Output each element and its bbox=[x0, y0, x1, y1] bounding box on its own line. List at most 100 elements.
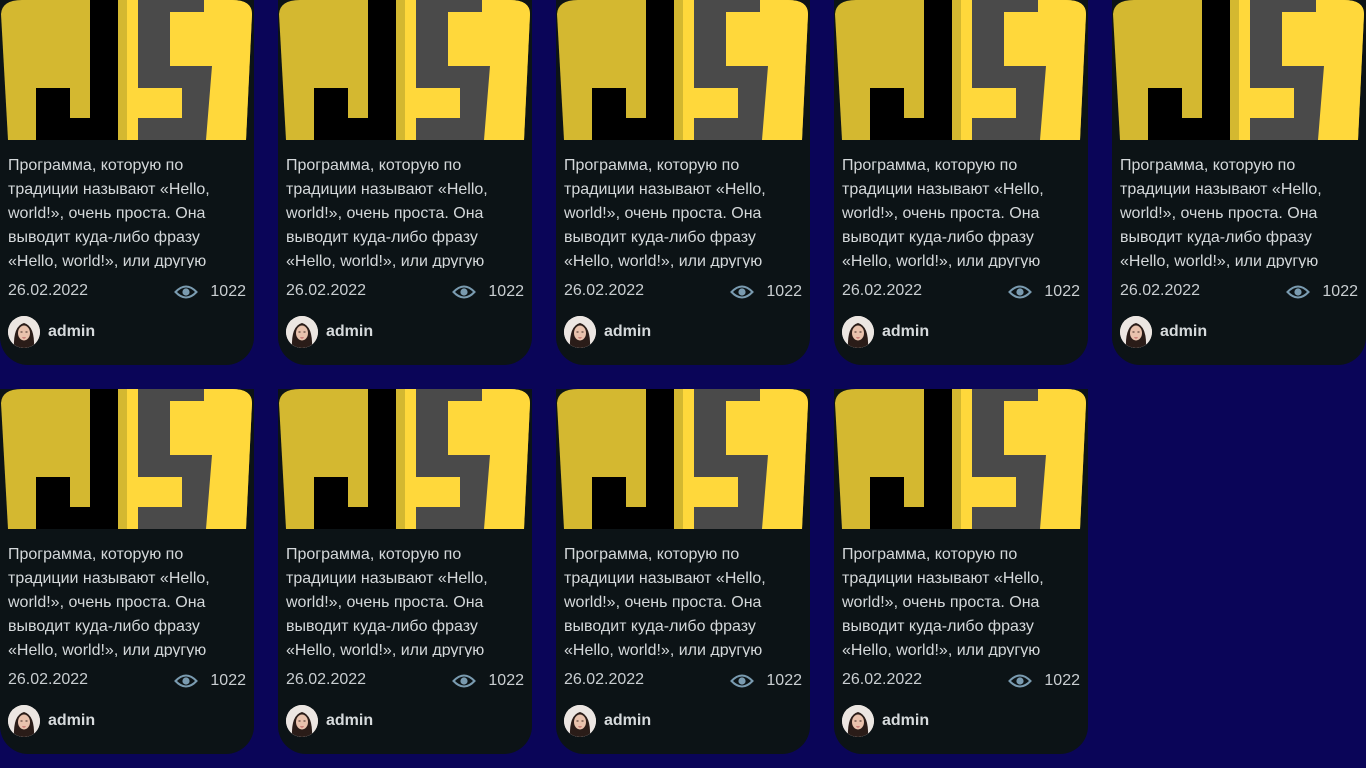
view-count: 1022 bbox=[730, 282, 802, 302]
post-meta: 26.02.2022 1022 bbox=[842, 282, 1080, 302]
post-excerpt: Программа, которую по традиции называют … bbox=[286, 546, 488, 657]
post-excerpt: Программа, которую по традиции называют … bbox=[564, 157, 766, 268]
post-date: 26.02.2022 bbox=[286, 282, 367, 299]
post-card[interactable]: Программа, которую по традиции называют … bbox=[0, 389, 254, 754]
post-meta: 26.02.2022 1022 bbox=[8, 671, 246, 691]
view-count: 1022 bbox=[452, 282, 524, 302]
post-card[interactable]: Программа, которую по традиции называют … bbox=[1112, 0, 1366, 365]
post-author[interactable]: admin bbox=[286, 316, 373, 348]
avatar bbox=[286, 316, 318, 348]
author-name: admin bbox=[604, 323, 652, 340]
avatar bbox=[8, 316, 40, 348]
post-author[interactable]: admin bbox=[286, 705, 373, 737]
post-author[interactable]: admin bbox=[8, 316, 95, 348]
author-name: admin bbox=[882, 712, 930, 729]
avatar bbox=[842, 705, 874, 737]
view-count-value: 1022 bbox=[766, 283, 802, 300]
js-logo-thumbnail[interactable] bbox=[0, 389, 254, 529]
js-logo-thumbnail[interactable] bbox=[834, 0, 1088, 140]
eye-icon bbox=[1008, 671, 1033, 691]
post-card[interactable]: Программа, которую по традиции называют … bbox=[834, 0, 1088, 365]
view-count-value: 1022 bbox=[210, 672, 246, 689]
author-name: admin bbox=[48, 323, 96, 340]
post-date: 26.02.2022 bbox=[564, 671, 645, 688]
eye-icon bbox=[1008, 282, 1033, 302]
view-count: 1022 bbox=[1286, 282, 1358, 302]
post-card[interactable]: Программа, которую по традиции называют … bbox=[556, 0, 810, 365]
posts-grid: Программа, которую по традиции называют … bbox=[0, 0, 1366, 768]
post-author[interactable]: admin bbox=[564, 316, 651, 348]
eye-icon bbox=[1286, 282, 1311, 302]
view-count: 1022 bbox=[1008, 671, 1080, 691]
post-meta: 26.02.2022 1022 bbox=[286, 282, 524, 302]
post-card[interactable]: Программа, которую по традиции называют … bbox=[834, 389, 1088, 754]
view-count-value: 1022 bbox=[210, 283, 246, 300]
view-count: 1022 bbox=[730, 671, 802, 691]
post-meta: 26.02.2022 1022 bbox=[564, 671, 802, 691]
js-logo-thumbnail[interactable] bbox=[556, 0, 810, 140]
post-card[interactable]: Программа, которую по традиции называют … bbox=[556, 389, 810, 754]
view-count-value: 1022 bbox=[488, 283, 524, 300]
post-excerpt: Программа, которую по традиции называют … bbox=[1120, 157, 1322, 268]
js-logo-thumbnail[interactable] bbox=[278, 0, 532, 140]
avatar bbox=[842, 316, 874, 348]
post-author[interactable]: admin bbox=[842, 316, 929, 348]
post-date: 26.02.2022 bbox=[1120, 282, 1201, 299]
eye-icon bbox=[730, 671, 755, 691]
post-author[interactable]: admin bbox=[842, 705, 929, 737]
post-excerpt: Программа, которую по традиции называют … bbox=[842, 546, 1044, 657]
post-author[interactable]: admin bbox=[1120, 316, 1207, 348]
post-card[interactable]: Программа, которую по традиции называют … bbox=[0, 0, 254, 365]
author-name: admin bbox=[882, 323, 930, 340]
post-date: 26.02.2022 bbox=[8, 282, 89, 299]
author-name: admin bbox=[1160, 323, 1208, 340]
post-date: 26.02.2022 bbox=[564, 282, 645, 299]
avatar bbox=[564, 705, 596, 737]
post-date: 26.02.2022 bbox=[8, 671, 89, 688]
avatar bbox=[286, 705, 318, 737]
post-meta: 26.02.2022 1022 bbox=[286, 671, 524, 691]
post-card[interactable]: Программа, которую по традиции называют … bbox=[278, 0, 532, 365]
author-name: admin bbox=[326, 712, 374, 729]
post-author[interactable]: admin bbox=[564, 705, 651, 737]
avatar bbox=[564, 316, 596, 348]
js-logo-thumbnail[interactable] bbox=[556, 389, 810, 529]
view-count: 1022 bbox=[452, 671, 524, 691]
js-logo-thumbnail[interactable] bbox=[1112, 0, 1366, 140]
post-meta: 26.02.2022 1022 bbox=[842, 671, 1080, 691]
post-excerpt: Программа, которую по традиции называют … bbox=[8, 546, 210, 657]
post-excerpt: Программа, которую по традиции называют … bbox=[564, 546, 766, 657]
post-meta: 26.02.2022 1022 bbox=[1120, 282, 1358, 302]
post-author[interactable]: admin bbox=[8, 705, 95, 737]
avatar bbox=[1120, 316, 1152, 348]
post-date: 26.02.2022 bbox=[842, 282, 923, 299]
post-meta: 26.02.2022 1022 bbox=[8, 282, 246, 302]
view-count: 1022 bbox=[174, 671, 246, 691]
author-name: admin bbox=[326, 323, 374, 340]
post-excerpt: Программа, которую по традиции называют … bbox=[8, 157, 210, 268]
js-logo-thumbnail[interactable] bbox=[0, 0, 254, 140]
eye-icon bbox=[452, 282, 477, 302]
view-count-value: 1022 bbox=[766, 672, 802, 689]
post-card[interactable]: Программа, которую по традиции называют … bbox=[278, 389, 532, 754]
post-date: 26.02.2022 bbox=[842, 671, 923, 688]
eye-icon bbox=[174, 671, 199, 691]
view-count: 1022 bbox=[1008, 282, 1080, 302]
avatar bbox=[8, 705, 40, 737]
view-count-value: 1022 bbox=[1044, 672, 1080, 689]
author-name: admin bbox=[604, 712, 652, 729]
eye-icon bbox=[452, 671, 477, 691]
view-count-value: 1022 bbox=[1044, 283, 1080, 300]
post-date: 26.02.2022 bbox=[286, 671, 367, 688]
eye-icon bbox=[174, 282, 199, 302]
js-logo-thumbnail[interactable] bbox=[278, 389, 532, 529]
js-logo-thumbnail[interactable] bbox=[834, 389, 1088, 529]
view-count-value: 1022 bbox=[1322, 283, 1358, 300]
post-excerpt: Программа, которую по традиции называют … bbox=[842, 157, 1044, 268]
view-count: 1022 bbox=[174, 282, 246, 302]
eye-icon bbox=[730, 282, 755, 302]
post-excerpt: Программа, которую по традиции называют … bbox=[286, 157, 488, 268]
author-name: admin bbox=[48, 712, 96, 729]
view-count-value: 1022 bbox=[488, 672, 524, 689]
post-meta: 26.02.2022 1022 bbox=[564, 282, 802, 302]
